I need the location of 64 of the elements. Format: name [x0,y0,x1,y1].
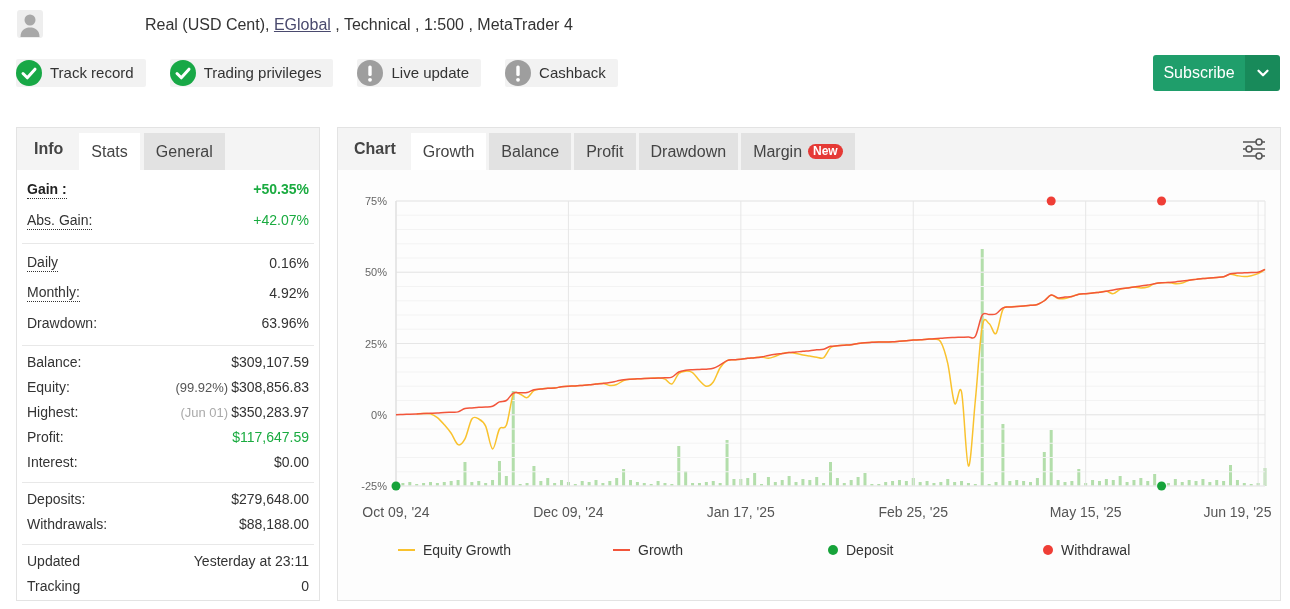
axis-label: Jun 19, '25 [1203,504,1272,520]
axis-label: Oct 09, '24 [362,504,430,520]
stat-value: $308,856.83 [231,378,309,397]
stat-value: $88,188.00 [238,515,309,534]
legend-label: Equity Growth [423,540,511,560]
stat-label: Updated [27,553,80,570]
panel-tab[interactable]: Profit [574,133,636,170]
new-badge: New [808,144,843,159]
stat-value: 4.92% [269,283,309,303]
stat-value: 0.16% [269,253,309,273]
stat-label: Highest: [27,404,79,421]
badge-label: Trading privileges [203,62,322,83]
stat-label: Drawdown: [27,314,98,332]
stat-label: Withdrawals: [27,516,108,533]
stat-label: Tracking [27,578,81,595]
panel-title: Info [33,139,65,159]
avatar-icon [17,10,43,38]
axis-label: 50% [364,266,387,279]
badge-label: Live update [391,62,470,83]
stat-value: Yesterday at 23:11 [193,552,309,571]
panel-tab[interactable]: Margin New [741,133,855,170]
stat-label: Balance: [27,354,82,371]
axis-label: 0% [371,408,387,421]
stat-value: $279,648.00 [231,490,309,509]
stat-value: $117,647.59 [232,428,309,447]
stat-label: Deposits: [27,491,86,508]
axis-label: May 15, '25 [1049,504,1122,520]
axis-label: Dec 09, '24 [533,504,604,520]
stat-value: 63.96% [261,313,309,333]
axis-label: 75% [364,195,387,207]
panel-tab[interactable]: Drawdown [638,133,739,170]
badge-label: Cashback [539,62,606,83]
stat-label: Abs. Gain: [27,211,93,230]
stat-note: (Jun 01) [180,403,229,422]
stat-value: $309,107.59 [231,353,309,372]
stat-value: 0 [301,577,309,596]
axis-label: 25% [364,337,387,350]
panel-tab[interactable]: Balance [489,133,572,170]
broker-link[interactable]: EGlobal [273,16,331,33]
stat-label: Monthly: [27,284,80,302]
stat-label: Equity: [27,379,70,396]
legend-label: Withdrawal [1061,540,1131,560]
stat-note: (99.92%) [175,378,229,397]
stat-label: Interest: [27,454,78,471]
stat-label: Profit: [27,429,64,446]
stat-value: $350,283.97 [231,403,309,422]
dropdown-toggle[interactable] [1245,55,1280,91]
stat-value: $0.00 [273,453,309,472]
panel-title: Chart [353,139,397,159]
panel-tab[interactable]: Growth [410,133,487,170]
axis-label: -25% [361,480,387,492]
stat-value: +42.07% [253,211,309,230]
stat-value: +50.35% [253,180,309,199]
legend-label: Growth [638,540,684,560]
legend-label: Deposit [846,540,894,560]
axis-label: Feb 25, '25 [878,504,949,520]
panel-tab[interactable]: Stats [79,133,140,170]
settings-sliders-icon[interactable] [1242,138,1266,160]
badge-label: Track record [50,62,134,83]
stat-label: Daily [27,254,59,272]
panel-tab[interactable]: General [143,133,225,170]
stat-label: Gain : [27,180,67,199]
account-summary: Real (USD Cent), EGlobal , Technical , 1:500 , MetaTrader 4 [145,15,573,35]
axis-label: Jan 17, '25 [706,504,775,520]
